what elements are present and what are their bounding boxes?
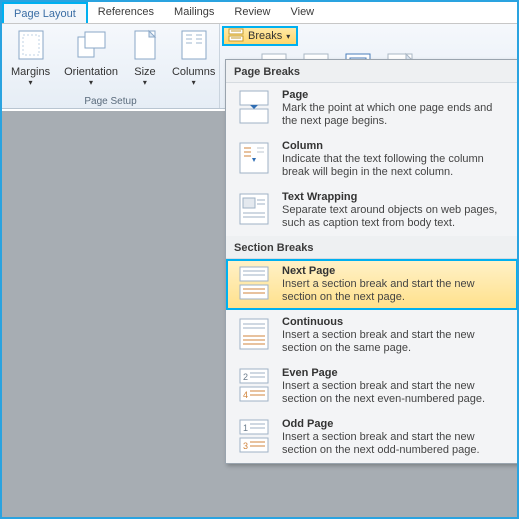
continuous-icon — [236, 316, 272, 355]
size-icon — [132, 29, 158, 64]
option-desc: Insert a section break and start the new… — [282, 431, 508, 457]
margins-button[interactable]: Margins ▾ — [8, 27, 53, 89]
option-desc: Insert a section break and start the new… — [282, 278, 508, 304]
option-title: Text Wrapping — [282, 191, 508, 203]
tab-page-layout[interactable]: Page Layout — [2, 2, 88, 23]
option-title: Page — [282, 89, 508, 101]
tab-references[interactable]: References — [88, 2, 164, 23]
breaks-label: Breaks — [248, 30, 282, 42]
breaks-icon — [228, 28, 244, 45]
option-page[interactable]: Page Mark the point at which one page en… — [226, 83, 518, 134]
chevron-down-icon: ▾ — [143, 78, 147, 87]
option-title: Next Page — [282, 265, 508, 277]
orientation-icon — [75, 29, 107, 64]
svg-text:2: 2 — [243, 372, 248, 382]
option-desc: Indicate that the text following the col… — [282, 153, 508, 179]
section-header-section-breaks: Section Breaks — [226, 236, 518, 259]
tab-view[interactable]: View — [280, 2, 324, 23]
size-button[interactable]: Size ▾ — [129, 27, 161, 89]
chevron-down-icon: ▾ — [89, 78, 93, 87]
columns-button[interactable]: Columns ▾ — [169, 27, 218, 89]
tab-review[interactable]: Review — [224, 2, 280, 23]
option-desc: Mark the point at which one page ends an… — [282, 102, 508, 128]
option-title: Even Page — [282, 367, 508, 379]
orientation-label: Orientation — [64, 66, 118, 78]
page-break-icon — [236, 89, 272, 128]
option-text-wrapping[interactable]: Text Wrapping Separate text around objec… — [226, 185, 518, 236]
app-window: Page Layout References Mailings Review V… — [0, 0, 519, 519]
ribbon-tabs: Page Layout References Mailings Review V… — [2, 2, 517, 24]
option-desc: Insert a section break and start the new… — [282, 329, 508, 355]
chevron-down-icon: ▾ — [192, 78, 196, 87]
group-page-setup: Margins ▾ Orientation ▾ Size ▾ — [2, 24, 220, 108]
margins-icon — [16, 29, 46, 64]
chevron-down-icon: ▾ — [29, 78, 33, 87]
option-title: Odd Page — [282, 418, 508, 430]
tab-mailings[interactable]: Mailings — [164, 2, 224, 23]
svg-text:1: 1 — [243, 423, 248, 433]
column-break-icon — [236, 140, 272, 179]
breaks-button[interactable]: Breaks ▾ — [222, 26, 298, 46]
odd-page-icon: 13 — [236, 418, 272, 457]
size-label: Size — [134, 66, 155, 78]
option-continuous[interactable]: Continuous Insert a section break and st… — [226, 310, 518, 361]
svg-text:3: 3 — [243, 441, 248, 451]
section-header-page-breaks: Page Breaks — [226, 60, 518, 83]
option-desc: Separate text around objects on web page… — [282, 204, 508, 230]
group-label-page-setup: Page Setup — [8, 95, 213, 107]
even-page-icon: 24 — [236, 367, 272, 406]
option-desc: Insert a section break and start the new… — [282, 380, 508, 406]
columns-icon — [180, 29, 208, 64]
option-column[interactable]: Column Indicate that the text following … — [226, 134, 518, 185]
option-next-page[interactable]: Next Page Insert a section break and sta… — [226, 259, 518, 310]
option-odd-page[interactable]: 13 Odd Page Insert a section break and s… — [226, 412, 518, 463]
columns-label: Columns — [172, 66, 215, 78]
option-title: Column — [282, 140, 508, 152]
svg-text:4: 4 — [243, 390, 248, 400]
orientation-button[interactable]: Orientation ▾ — [61, 27, 121, 89]
next-page-icon — [236, 265, 272, 304]
option-title: Continuous — [282, 316, 508, 328]
option-even-page[interactable]: 24 Even Page Insert a section break and … — [226, 361, 518, 412]
breaks-dropdown: Page Breaks Page Mark the point at which… — [225, 59, 519, 464]
margins-label: Margins — [11, 66, 50, 78]
chevron-down-icon: ▾ — [286, 32, 290, 41]
text-wrapping-icon — [236, 191, 272, 230]
